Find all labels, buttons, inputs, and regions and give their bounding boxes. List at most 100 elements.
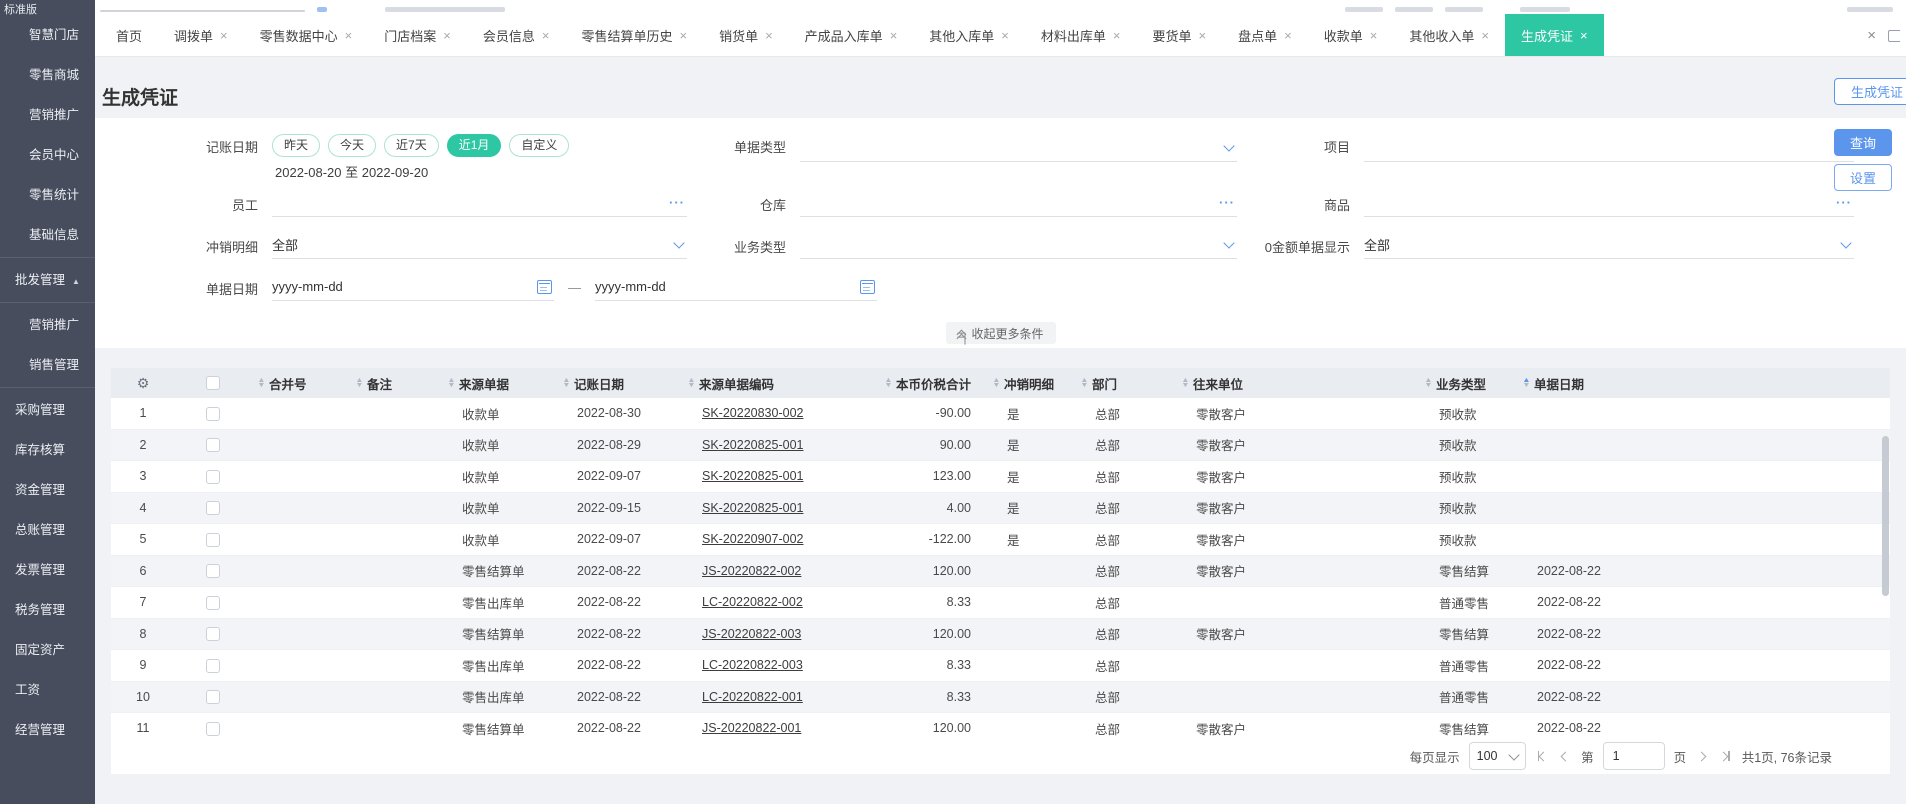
cell-source_code[interactable]: JS-20220822-001 bbox=[680, 721, 870, 735]
cell-source_code[interactable]: JS-20220822-003 bbox=[680, 627, 870, 641]
sidebar-item-fixed-assets[interactable]: 固定资产 bbox=[0, 630, 95, 670]
last-page-button[interactable] bbox=[1717, 751, 1733, 761]
row-checkbox[interactable] bbox=[205, 595, 220, 610]
settings-button[interactable]: 设置 bbox=[1834, 164, 1892, 191]
column-header-本币价税合计[interactable]: ▲ ▼ 本币价税合计 bbox=[870, 368, 985, 398]
cell-source_code[interactable]: JS-20220822-002 bbox=[680, 564, 870, 578]
source-code-link[interactable]: JS-20220822-003 bbox=[702, 627, 801, 641]
sort-icons[interactable]: ▲ ▼ bbox=[1080, 377, 1088, 389]
sidebar-item-purchase-mgmt[interactable]: 采购管理 bbox=[0, 390, 95, 430]
tab-其他入库单[interactable]: 其他入库单 × bbox=[913, 14, 1025, 56]
sidebar-item-member-center[interactable]: 会员中心 bbox=[0, 135, 95, 175]
sort-icons[interactable]: ▲ ▼ bbox=[992, 377, 1000, 389]
column-header-往来单位[interactable]: ▲ ▼ 往来单位 bbox=[1174, 368, 1417, 398]
tab-会员信息[interactable]: 会员信息 × bbox=[467, 14, 566, 56]
sort-icons[interactable]: ▲ ▼ bbox=[1522, 377, 1530, 389]
prev-page-button[interactable] bbox=[1559, 751, 1572, 761]
sort-icons[interactable]: ▲ ▼ bbox=[1424, 377, 1432, 389]
scrollbar-thumb[interactable] bbox=[1882, 436, 1889, 596]
doc-type-select[interactable] bbox=[800, 134, 1237, 162]
source-code-link[interactable]: SK-20220825-001 bbox=[702, 501, 803, 515]
tab-close-icon[interactable]: × bbox=[890, 28, 898, 43]
row-checkbox[interactable] bbox=[205, 627, 220, 642]
sidebar-item-marketing-wholesale[interactable]: 营销推广 bbox=[0, 305, 95, 345]
sidebar-item-funds-mgmt[interactable]: 资金管理 bbox=[0, 470, 95, 510]
row-checkbox[interactable] bbox=[205, 658, 220, 673]
quick-range-pill-近1月[interactable]: 近1月 bbox=[446, 134, 502, 157]
per-page-select[interactable]: 100 bbox=[1468, 742, 1526, 770]
column-header-冲销明细[interactable]: ▲ ▼ 冲销明细 bbox=[985, 368, 1073, 398]
sidebar-item-smart-store[interactable]: 智慧门店 bbox=[0, 15, 95, 55]
cell-source_code[interactable]: SK-20220825-001 bbox=[680, 469, 870, 483]
tab-close-icon[interactable]: × bbox=[1370, 28, 1378, 43]
tab-close-icon[interactable]: × bbox=[765, 28, 773, 43]
tab-零售结算单历史[interactable]: 零售结算单历史 × bbox=[565, 14, 703, 56]
cell-source_code[interactable]: LC-20220822-002 bbox=[680, 595, 870, 609]
tab-门店档案[interactable]: 门店档案 × bbox=[368, 14, 467, 56]
source-code-link[interactable]: SK-20220907-002 bbox=[702, 532, 803, 546]
quick-range-pill-今天[interactable]: 今天 bbox=[328, 134, 377, 157]
cell-source_code[interactable]: SK-20220825-001 bbox=[680, 438, 870, 452]
page-number-input[interactable]: 1 bbox=[1602, 742, 1665, 770]
sidebar-item-retail-mall[interactable]: 零售商城 bbox=[0, 55, 95, 95]
tab-close-icon[interactable]: × bbox=[679, 28, 687, 43]
doc-date-end-input[interactable]: yyyy-mm-dd bbox=[595, 273, 877, 301]
goods-picker[interactable]: ··· bbox=[1364, 189, 1854, 217]
tab-产成品入库单[interactable]: 产成品入库单 × bbox=[789, 14, 914, 56]
sidebar-item-sales-mgmt[interactable]: 销售管理 bbox=[0, 345, 95, 385]
warehouse-picker[interactable]: ··· bbox=[800, 189, 1237, 217]
column-header-记账日期[interactable]: ▲ ▼ 记账日期 bbox=[555, 368, 680, 398]
sidebar-item-tax-mgmt[interactable]: 税务管理 bbox=[0, 590, 95, 630]
cell-source_code[interactable]: SK-20220830-002 bbox=[680, 406, 870, 420]
zero-amount-select[interactable]: 全部 bbox=[1364, 231, 1854, 259]
select-all-checkbox[interactable] bbox=[205, 376, 220, 390]
cell-source_code[interactable]: LC-20220822-003 bbox=[680, 658, 870, 672]
row-checkbox[interactable] bbox=[205, 564, 220, 579]
tab-其他收入单[interactable]: 其他收入单 × bbox=[1393, 14, 1505, 56]
sidebar-item-wholesale-mgmt[interactable]: 批发管理 ▲ bbox=[0, 260, 95, 300]
tab-材料出库单[interactable]: 材料出库单 × bbox=[1025, 14, 1137, 56]
tab-零售数据中心[interactable]: 零售数据中心 × bbox=[244, 14, 369, 56]
quick-range-pill-近7天[interactable]: 近7天 bbox=[384, 134, 439, 157]
cell-source_code[interactable]: SK-20220907-002 bbox=[680, 532, 870, 546]
sidebar-item-business-mgmt[interactable]: 经营管理 bbox=[0, 710, 95, 750]
tab-close-icon[interactable]: × bbox=[542, 28, 550, 43]
sort-icons[interactable]: ▲ ▼ bbox=[257, 377, 265, 389]
row-checkbox[interactable] bbox=[205, 501, 220, 516]
source-code-link[interactable]: LC-20220822-001 bbox=[702, 690, 803, 704]
tab-overflow-icon[interactable] bbox=[1888, 29, 1900, 42]
row-checkbox[interactable] bbox=[205, 406, 220, 421]
generate-voucher-button[interactable]: 生成凭证 bbox=[1834, 78, 1906, 105]
row-checkbox[interactable] bbox=[205, 469, 220, 484]
sidebar-item-invoice-mgmt[interactable]: 发票管理 bbox=[0, 550, 95, 590]
column-header-来源单据编码[interactable]: ▲ ▼ 来源单据编码 bbox=[680, 368, 870, 398]
tab-生成凭证[interactable]: 生成凭证 × bbox=[1504, 14, 1604, 56]
source-code-link[interactable]: JS-20220822-001 bbox=[702, 721, 801, 735]
column-header-合并号[interactable]: ▲ ▼ 合并号 bbox=[250, 368, 348, 398]
column-header-单据日期[interactable]: ▲ ▼ 单据日期 bbox=[1515, 368, 1890, 398]
sidebar-item-retail-stats[interactable]: 零售统计 bbox=[0, 175, 95, 215]
tab-销货单[interactable]: 销货单 × bbox=[703, 14, 789, 56]
sort-icons[interactable]: ▲ ▼ bbox=[884, 377, 892, 389]
sort-icons[interactable]: ▲ ▼ bbox=[687, 377, 695, 389]
first-page-button[interactable] bbox=[1535, 751, 1551, 761]
biz-type-select[interactable] bbox=[800, 231, 1237, 259]
gear-icon[interactable]: ⚙ bbox=[137, 375, 150, 392]
sort-icons[interactable]: ▲ ▼ bbox=[562, 377, 570, 389]
tab-收款单[interactable]: 收款单 × bbox=[1308, 14, 1394, 56]
row-checkbox[interactable] bbox=[205, 532, 220, 547]
tab-close-icon[interactable]: × bbox=[1001, 28, 1009, 43]
employee-picker[interactable]: ··· bbox=[272, 189, 687, 217]
cell-source_code[interactable]: LC-20220822-001 bbox=[680, 690, 870, 704]
project-picker[interactable]: ··· bbox=[1364, 134, 1854, 162]
quick-range-pill-自定义[interactable]: 自定义 bbox=[509, 134, 570, 157]
source-code-link[interactable]: SK-20220825-001 bbox=[702, 469, 803, 483]
quick-range-pill-昨天[interactable]: 昨天 bbox=[272, 134, 321, 157]
tab-close-icon[interactable]: × bbox=[220, 28, 228, 43]
source-code-link[interactable]: LC-20220822-003 bbox=[702, 658, 803, 672]
doc-date-start-input[interactable]: yyyy-mm-dd bbox=[272, 273, 554, 301]
tab-close-icon[interactable]: × bbox=[1580, 28, 1588, 43]
row-checkbox[interactable] bbox=[205, 438, 220, 453]
next-page-button[interactable] bbox=[1695, 751, 1708, 761]
row-checkbox[interactable] bbox=[205, 690, 220, 705]
